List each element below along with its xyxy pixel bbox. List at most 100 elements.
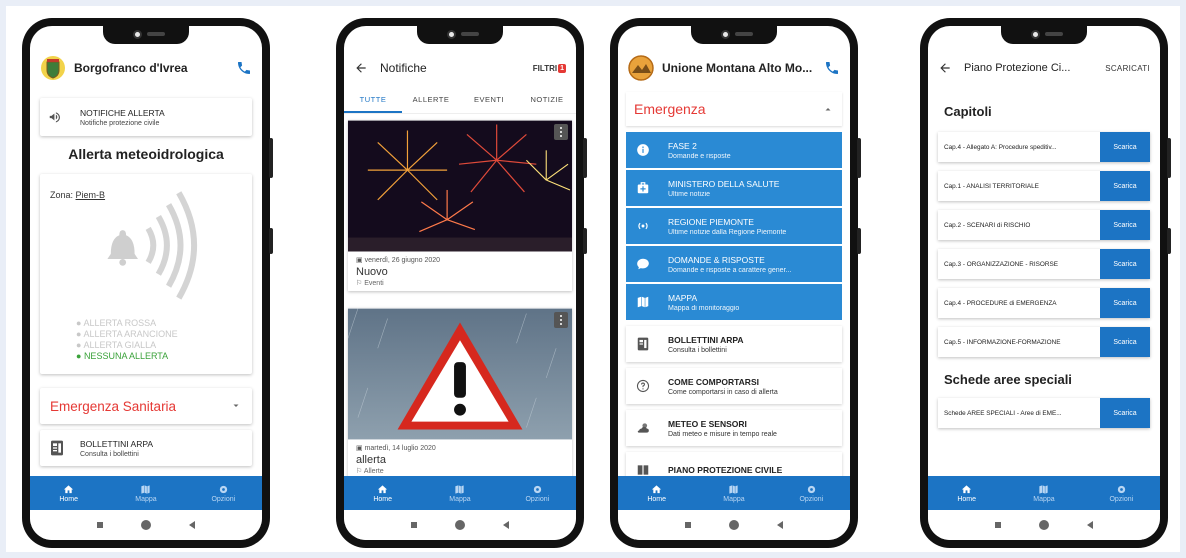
bulletins-row[interactable]: BOLLETTINI ARPA Consulta i bollettini xyxy=(40,430,252,466)
back-system-button[interactable] xyxy=(777,521,783,529)
menu-item-bollettini[interactable]: BOLLETTINI ARPA Consulta i bollettini xyxy=(626,326,842,362)
nav-options[interactable]: Opzioni xyxy=(1083,476,1160,510)
map-icon xyxy=(637,296,649,308)
nav-map[interactable]: Mappa xyxy=(695,476,772,510)
news-card[interactable]: ▣ martedì, 14 luglio 2020 allerta ⚐ Alle… xyxy=(348,308,572,479)
download-button[interactable]: Scarica xyxy=(1100,249,1150,279)
notifications-alert-card[interactable]: NOTIFICHE ALLERTA Notifiche protezione c… xyxy=(40,98,252,136)
phone-call-icon[interactable] xyxy=(824,60,840,76)
tab-notizie[interactable]: NOTIZIE xyxy=(518,88,576,113)
gear-icon xyxy=(807,485,815,493)
health-emergency-row[interactable]: Emergenza Sanitaria xyxy=(40,388,252,424)
item-title: FASE 2 xyxy=(668,140,697,151)
more-options-icon[interactable] xyxy=(554,312,568,328)
recents-button[interactable] xyxy=(97,522,103,528)
item-title: BOLLETTINI ARPA xyxy=(668,334,744,345)
downloaded-button[interactable]: SCARICATI xyxy=(1105,64,1150,73)
document-icon xyxy=(51,440,63,456)
nav-home[interactable]: Home xyxy=(344,476,421,510)
special-area-label: Schede AREE SPECIALI - Aree di EME... xyxy=(944,409,1062,417)
news-card[interactable]: ▣ venerdì, 26 giugno 2020 Nuovo ⚐ Eventi xyxy=(348,120,572,291)
back-system-button[interactable] xyxy=(189,521,195,529)
item-subtitle: Dati meteo e misure in tempo reale xyxy=(668,430,777,438)
back-system-button[interactable] xyxy=(1087,521,1093,529)
nav-options[interactable]: Opzioni xyxy=(773,476,850,510)
item-subtitle: Consulta i bollettini xyxy=(668,346,727,354)
map-icon xyxy=(1039,484,1049,494)
item-subtitle: Domande e risposte a carattere gener... xyxy=(668,266,792,274)
recents-button[interactable] xyxy=(995,522,1001,528)
more-options-icon[interactable] xyxy=(554,124,568,140)
item-title: PIANO PROTEZIONE CIVILE xyxy=(668,465,783,475)
nav-options[interactable]: Opzioni xyxy=(499,476,576,510)
bulletins-subtitle: Consulta i bollettini xyxy=(80,450,139,458)
nav-map[interactable]: Mappa xyxy=(421,476,498,510)
menu-item-meteo[interactable]: METEO E SENSORI Dati meteo e misure in te… xyxy=(626,410,842,446)
tab-eventi[interactable]: EVENTI xyxy=(460,88,518,113)
home-system-button[interactable] xyxy=(141,520,151,530)
document-icon xyxy=(637,337,649,351)
news-tag: ⚐ Allerte xyxy=(356,468,384,475)
nav-map[interactable]: Mappa xyxy=(1005,476,1082,510)
download-button[interactable]: Scarica xyxy=(1100,171,1150,201)
back-arrow-icon[interactable] xyxy=(354,61,368,75)
download-button[interactable]: Scarica xyxy=(1100,288,1150,318)
item-title: COME COMPORTARSI xyxy=(668,376,759,387)
home-system-button[interactable] xyxy=(1039,520,1049,530)
bottom-nav: Home Mappa Opzioni xyxy=(344,476,576,510)
nav-home[interactable]: Home xyxy=(30,476,107,510)
chevron-up-icon xyxy=(825,108,831,111)
nav-home[interactable]: Home xyxy=(618,476,695,510)
system-nav-bar xyxy=(928,510,1160,540)
gear-icon xyxy=(1117,485,1125,493)
menu-item-ministero[interactable]: MINISTERO DELLA SALUTE Ultime notizie xyxy=(626,170,842,206)
map-icon xyxy=(455,484,465,494)
chapters-heading: Capitoli xyxy=(944,104,992,119)
special-area-row: Schede AREE SPECIALI - Aree di EME... Sc… xyxy=(938,398,1150,428)
medical-kit-icon xyxy=(637,182,649,194)
item-subtitle: Ultime notizie xyxy=(668,190,711,198)
chapter-row: Cap.2 - SCENARI di RISCHIO Scarica xyxy=(938,210,1150,240)
phone-4: Piano Protezione Ci... SCARICATI Capitol… xyxy=(920,18,1171,548)
home-system-button[interactable] xyxy=(729,520,739,530)
back-arrow-icon[interactable] xyxy=(938,61,952,75)
app-bar: Notifiche FILTRI 1 xyxy=(344,48,576,88)
menu-item-regione[interactable]: REGIONE PIEMONTE Ultime notizie dalla Reg… xyxy=(626,208,842,244)
back-system-button[interactable] xyxy=(503,521,509,529)
filters-button[interactable]: FILTRI 1 xyxy=(533,63,566,73)
tab-tutte[interactable]: TUTTE xyxy=(344,88,402,113)
help-circle-icon xyxy=(636,379,650,393)
tab-allerte[interactable]: ALLERTE xyxy=(402,88,460,113)
download-button[interactable]: Scarica xyxy=(1100,132,1150,162)
nav-map[interactable]: Mappa xyxy=(107,476,184,510)
download-button[interactable]: Scarica xyxy=(1100,327,1150,357)
phone-4-screen: Piano Protezione Ci... SCARICATI Capitol… xyxy=(928,26,1160,540)
app-title: Borgofranco d'Ivrea xyxy=(74,61,188,75)
bulletins-title: BOLLETTINI ARPA xyxy=(80,438,154,449)
menu-item-domande[interactable]: DOMANDE & RISPOSTE Domande e risposte a c… xyxy=(626,246,842,282)
menu-item-comportarsi[interactable]: COME COMPORTARSI Come comportarsi in caso… xyxy=(626,368,842,404)
weather-icon xyxy=(637,423,649,433)
health-emergency-label: Emergenza Sanitaria xyxy=(50,398,177,414)
recents-button[interactable] xyxy=(411,522,417,528)
chapter-row: Cap.3 - ORGANIZZAZIONE - RISORSE Scarica xyxy=(938,249,1150,279)
phone-2: Notifiche FILTRI 1 TUTTE ALLERTE EVENTI … xyxy=(336,18,587,548)
nav-options[interactable]: Opzioni xyxy=(185,476,262,510)
emergency-section-header[interactable]: Emergenza xyxy=(626,92,842,126)
phone-1-screen: Borgofranco d'Ivrea NOTIFICHE ALLERTA No… xyxy=(30,26,262,540)
download-button[interactable]: Scarica xyxy=(1100,398,1150,428)
chat-bubble-icon xyxy=(637,258,649,270)
home-icon xyxy=(962,484,972,493)
fireworks-image xyxy=(348,120,572,252)
chapter-row: Cap.4 - Allegato A: Procedure speditiv..… xyxy=(938,132,1150,162)
menu-item-mappa[interactable]: MAPPA Mappa di monitoraggio xyxy=(626,284,842,320)
download-button[interactable]: Scarica xyxy=(1100,210,1150,240)
alert-heading: Allerta meteoidrologica xyxy=(68,146,224,162)
menu-item-fase2[interactable]: FASE 2 Domande e risposte xyxy=(626,132,842,168)
legend-item: ● ALLERTA ROSSA xyxy=(76,318,157,328)
recents-button[interactable] xyxy=(685,522,691,528)
notif-title: NOTIFICHE ALLERTA xyxy=(80,107,165,118)
home-system-button[interactable] xyxy=(455,520,465,530)
phone-call-icon[interactable] xyxy=(236,60,252,76)
nav-home[interactable]: Home xyxy=(928,476,1005,510)
